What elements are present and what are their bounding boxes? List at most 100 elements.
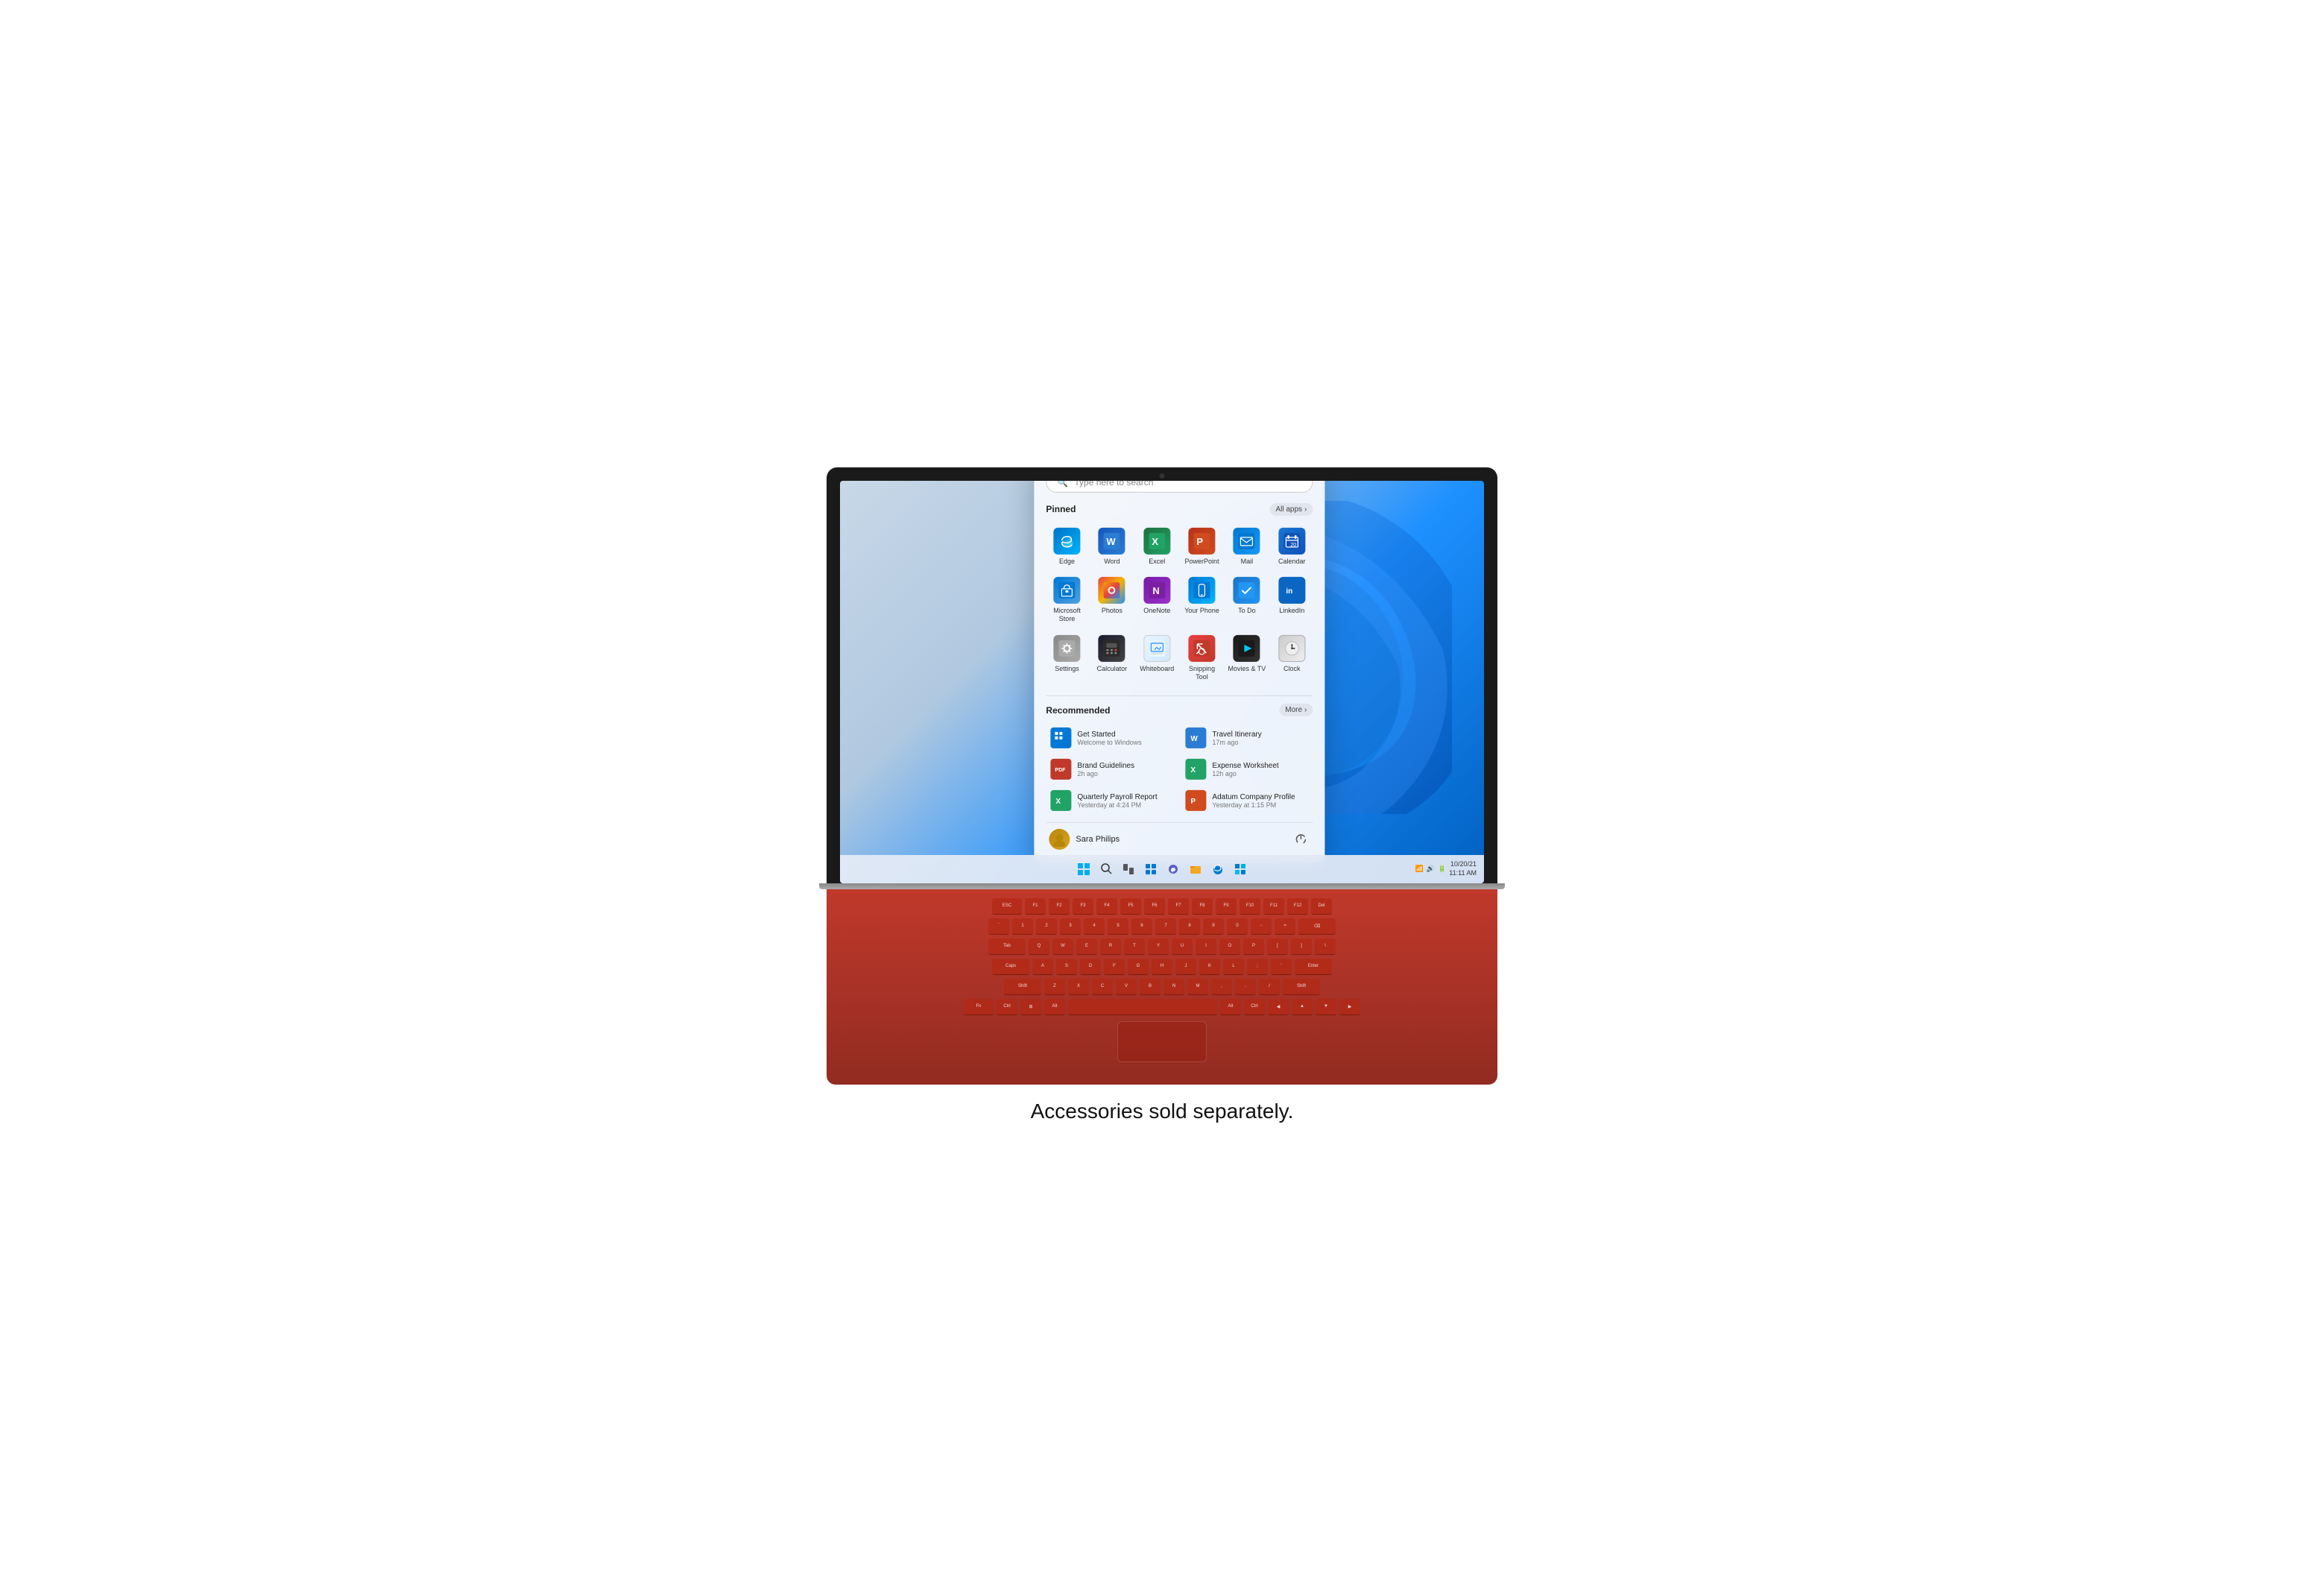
key-b[interactable]: B <box>1140 979 1161 995</box>
key-tab[interactable]: Tab <box>988 938 1026 955</box>
key-up[interactable]: ▲ <box>1292 999 1313 1015</box>
key-comma[interactable]: , <box>1211 979 1232 995</box>
key-k[interactable]: K <box>1199 959 1220 975</box>
key-a[interactable]: A <box>1032 959 1053 975</box>
rec-payroll[interactable]: X Quarterly Payroll Report Yesterday at … <box>1046 786 1178 815</box>
taskbar-chat[interactable] <box>1164 860 1182 878</box>
key-9[interactable]: 9 <box>1203 918 1224 935</box>
key-s[interactable]: S <box>1056 959 1077 975</box>
key-rctrl[interactable]: Ctrl <box>1244 999 1265 1015</box>
taskbar-edge[interactable] <box>1209 860 1227 878</box>
key-8[interactable]: 8 <box>1179 918 1200 935</box>
start-button[interactable] <box>1075 860 1093 878</box>
key-1[interactable]: 1 <box>1012 918 1033 935</box>
rec-brand[interactable]: PDF Brand Guidelines 2h ago <box>1046 755 1178 783</box>
key-3[interactable]: 3 <box>1060 918 1081 935</box>
search-bar[interactable]: 🔍 Type here to search <box>1046 481 1313 493</box>
key-u[interactable]: U <box>1172 938 1193 955</box>
key-ralt[interactable]: Alt <box>1220 999 1241 1015</box>
key-f10[interactable]: F10 <box>1240 898 1260 915</box>
app-todo[interactable]: To Do <box>1226 572 1268 628</box>
app-word[interactable]: W Word <box>1091 523 1133 570</box>
key-space[interactable] <box>1068 999 1217 1015</box>
key-win[interactable]: ⊞ <box>1020 999 1041 1015</box>
key-p[interactable]: P <box>1243 938 1264 955</box>
key-f8[interactable]: F8 <box>1192 898 1213 915</box>
key-right[interactable]: ▶ <box>1339 999 1360 1015</box>
key-4[interactable]: 4 <box>1084 918 1105 935</box>
key-i[interactable]: I <box>1196 938 1216 955</box>
rec-expense[interactable]: X Expense Worksheet 12h ago <box>1181 755 1313 783</box>
key-r[interactable]: R <box>1100 938 1121 955</box>
key-x[interactable]: X <box>1068 979 1089 995</box>
app-calendar[interactable]: 20 Calendar <box>1271 523 1313 570</box>
app-linkedin[interactable]: in LinkedIn <box>1271 572 1313 628</box>
taskbar-taskview[interactable] <box>1120 860 1137 878</box>
key-minus[interactable]: - <box>1251 918 1272 935</box>
touchpad[interactable] <box>1117 1021 1207 1062</box>
key-rshift[interactable]: Shift <box>1283 979 1320 995</box>
app-mail[interactable]: Mail <box>1226 523 1268 570</box>
key-y[interactable]: Y <box>1148 938 1169 955</box>
key-quote[interactable]: ' <box>1271 959 1292 975</box>
key-rbracket[interactable]: ] <box>1291 938 1312 955</box>
key-semi[interactable]: ; <box>1247 959 1268 975</box>
key-f12[interactable]: F12 <box>1287 898 1308 915</box>
key-slash[interactable]: / <box>1259 979 1280 995</box>
app-movies[interactable]: Movies & TV <box>1226 631 1268 686</box>
key-fn[interactable]: Fn <box>964 999 994 1015</box>
system-clock[interactable]: 10/20/21 11:11 AM <box>1449 860 1477 877</box>
app-edge[interactable]: Edge <box>1046 523 1087 570</box>
key-5[interactable]: 5 <box>1108 918 1128 935</box>
taskbar-search[interactable] <box>1097 860 1115 878</box>
app-onenote[interactable]: N OneNote <box>1136 572 1178 628</box>
search-placeholder[interactable]: Type here to search <box>1074 481 1301 488</box>
key-f6[interactable]: F6 <box>1144 898 1165 915</box>
key-l[interactable]: L <box>1223 959 1244 975</box>
app-msstore[interactable]: Microsoft Store <box>1046 572 1087 628</box>
key-left[interactable]: ◀ <box>1268 999 1289 1015</box>
app-snipping[interactable]: Snipping Tool <box>1181 631 1222 686</box>
key-down[interactable]: ▼ <box>1316 999 1336 1015</box>
key-f2[interactable]: F2 <box>1049 898 1070 915</box>
power-button[interactable] <box>1292 830 1310 848</box>
more-button[interactable]: More › <box>1279 704 1313 716</box>
key-z[interactable]: Z <box>1044 979 1065 995</box>
taskbar-store[interactable] <box>1231 860 1249 878</box>
key-lshift[interactable]: Shift <box>1004 979 1041 995</box>
key-f5[interactable]: F5 <box>1120 898 1141 915</box>
app-photos[interactable]: Photos <box>1091 572 1133 628</box>
app-clock[interactable]: Clock <box>1271 631 1313 686</box>
app-excel[interactable]: X Excel <box>1136 523 1178 570</box>
key-f3[interactable]: F3 <box>1073 898 1093 915</box>
key-v[interactable]: V <box>1116 979 1137 995</box>
key-h[interactable]: H <box>1152 959 1172 975</box>
app-whiteboard[interactable]: Whiteboard <box>1136 631 1178 686</box>
app-yourphone[interactable]: Your Phone <box>1181 572 1222 628</box>
app-calculator[interactable]: Calculator <box>1091 631 1133 686</box>
key-t[interactable]: T <box>1124 938 1145 955</box>
taskbar-explorer[interactable] <box>1187 860 1204 878</box>
user-profile[interactable]: Sara Philips <box>1049 829 1120 850</box>
key-o[interactable]: O <box>1219 938 1240 955</box>
key-backslash[interactable]: \ <box>1315 938 1336 955</box>
key-f7[interactable]: F7 <box>1168 898 1189 915</box>
key-n[interactable]: N <box>1163 979 1184 995</box>
key-lbracket[interactable]: [ <box>1267 938 1288 955</box>
key-7[interactable]: 7 <box>1155 918 1176 935</box>
key-f4[interactable]: F4 <box>1096 898 1117 915</box>
rec-travel[interactable]: W Travel Itinerary 17m ago <box>1181 724 1313 752</box>
key-enter[interactable]: Enter <box>1295 959 1332 975</box>
key-d[interactable]: D <box>1080 959 1101 975</box>
rec-adatum[interactable]: P Adatum Company Profile Yesterday at 1:… <box>1181 786 1313 815</box>
taskbar-widgets[interactable] <box>1142 860 1160 878</box>
key-2[interactable]: 2 <box>1036 918 1057 935</box>
key-e[interactable]: E <box>1076 938 1097 955</box>
key-caps[interactable]: Caps <box>992 959 1029 975</box>
app-powerpoint[interactable]: P PowerPoint <box>1181 523 1222 570</box>
key-equals[interactable]: = <box>1275 918 1295 935</box>
app-settings[interactable]: Settings <box>1046 631 1087 686</box>
key-f11[interactable]: F11 <box>1263 898 1284 915</box>
key-0[interactable]: 0 <box>1227 918 1248 935</box>
key-w[interactable]: W <box>1052 938 1073 955</box>
